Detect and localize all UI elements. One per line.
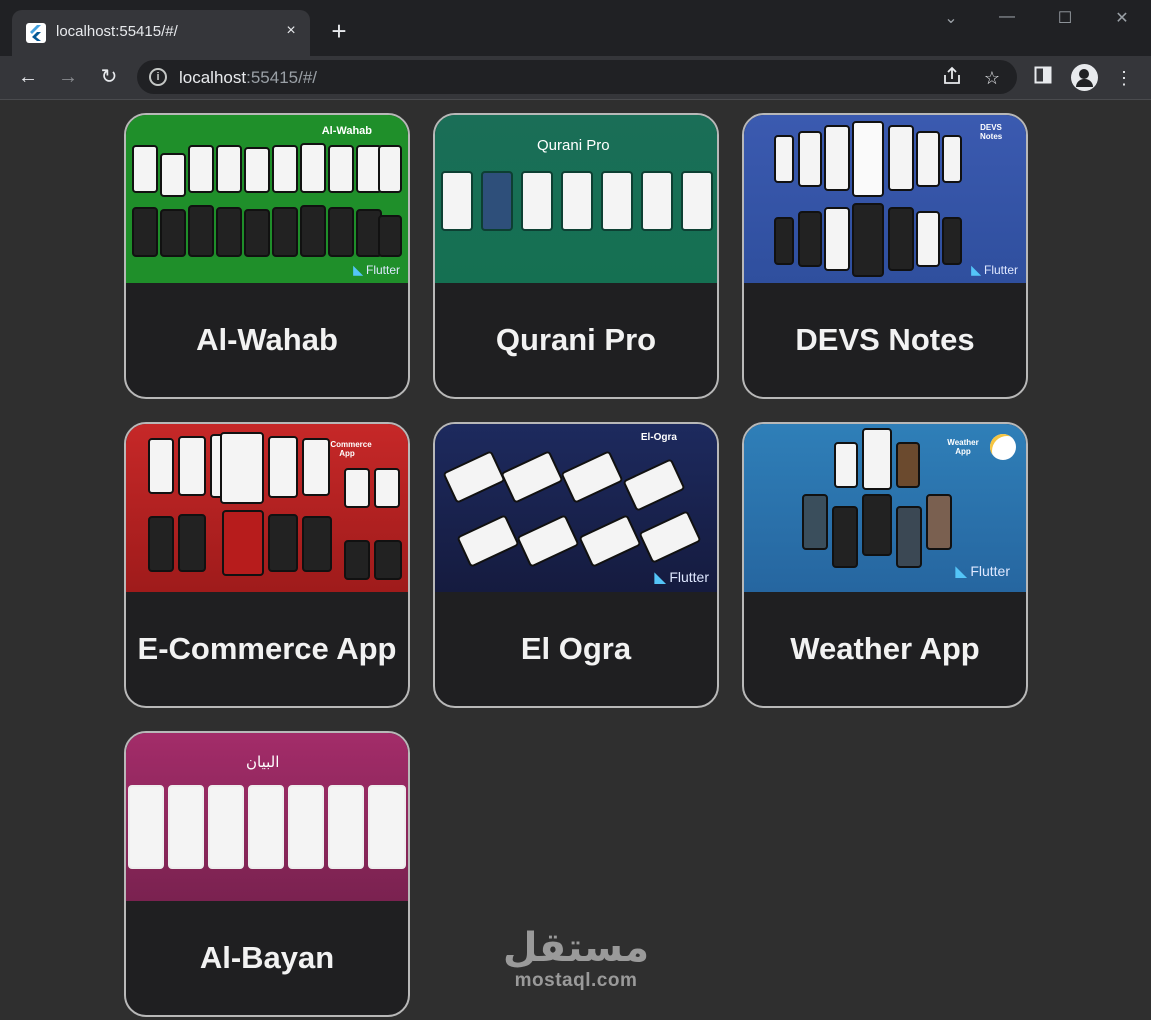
side-panel-icon[interactable] xyxy=(1029,64,1057,92)
share-icon[interactable] xyxy=(940,66,964,90)
mostaql-watermark: مستقل mostaql.com xyxy=(496,926,656,1006)
project-title: E-Commerce App xyxy=(137,631,397,666)
project-card-al-wahab[interactable]: Al-Wahab ◣ Flutter Al-Wahab xyxy=(124,113,410,399)
browser-tab[interactable]: localhost:55415/#/ × xyxy=(12,10,310,56)
project-card-qurani-pro[interactable]: Qurani Pro Qurani Pro xyxy=(433,113,719,399)
close-window-button[interactable]: ✕ xyxy=(1107,8,1137,32)
tab-search-icon[interactable]: ⌄ xyxy=(936,8,966,32)
project-title: Al-Wahab xyxy=(196,322,338,357)
watermark-arabic: مستقل xyxy=(502,925,650,971)
flutter-logo: ◣ Flutter xyxy=(353,263,400,277)
star-icon[interactable]: ☆ xyxy=(980,66,1004,90)
watermark-latin: mostaql.com xyxy=(514,970,638,991)
flutter-logo: ◣ Flutter xyxy=(654,569,709,585)
page-content: Al-Wahab ◣ Flutter Al-Wahab Qurani Pro Q… xyxy=(0,100,1151,1020)
project-image: Al-Wahab ◣ Flutter xyxy=(126,115,408,283)
project-image: El-Ogra ◣ Flutter xyxy=(435,424,717,592)
project-image: Qurani Pro xyxy=(435,115,717,283)
browser-toolbar: ← → ↻ i localhost:55415/#/ ☆ ⋮ xyxy=(0,56,1151,99)
forward-button[interactable]: → xyxy=(53,62,83,92)
project-card-devs-notes[interactable]: DEVS Notes ◣ Flutter DEVS Notes xyxy=(742,113,1028,399)
minimize-button[interactable]: — xyxy=(992,8,1022,32)
image-caption: Al-Wahab xyxy=(321,125,372,137)
maximize-button[interactable]: ☐ xyxy=(1050,8,1080,32)
project-title: Al-Bayan xyxy=(199,940,335,975)
address-bar[interactable]: i localhost:55415/#/ ☆ xyxy=(137,60,1017,94)
project-image: البيان xyxy=(126,733,408,901)
weather-cloud-icon xyxy=(990,434,1016,460)
image-caption: Weather App xyxy=(947,438,979,456)
image-caption: El-Ogra xyxy=(640,432,677,443)
tab-strip: localhost:55415/#/ × + ⌄ — ☐ ✕ xyxy=(0,0,1151,56)
flutter-logo: ◣ Flutter xyxy=(955,563,1010,579)
project-card-e-commerce-app[interactable]: E-Commerce App E-Commerce App xyxy=(124,422,410,708)
tab-close-icon[interactable]: × xyxy=(280,20,302,42)
project-image: Weather App ◣ Flutter xyxy=(744,424,1026,592)
project-title: El Ogra xyxy=(520,631,632,666)
image-caption: البيان xyxy=(246,753,280,771)
new-tab-button[interactable]: + xyxy=(326,18,352,44)
project-image: E-Commerce App xyxy=(126,424,408,592)
project-card-el-ogra[interactable]: El-Ogra ◣ Flutter El Ogra xyxy=(433,422,719,708)
url-text: localhost:55415/#/ xyxy=(179,68,318,87)
project-title: DEVS Notes xyxy=(795,322,975,357)
project-card-al-bayan[interactable]: البيان Al-Bayan xyxy=(124,731,410,1017)
flutter-favicon-icon xyxy=(26,23,46,43)
menu-icon[interactable]: ⋮ xyxy=(1110,64,1138,92)
image-caption: DEVS Notes xyxy=(980,123,1003,141)
site-info-icon[interactable]: i xyxy=(149,68,167,86)
project-image: DEVS Notes ◣ Flutter xyxy=(744,115,1026,283)
reload-button[interactable]: ↻ xyxy=(94,62,124,92)
project-title: Qurani Pro xyxy=(495,322,657,357)
project-title: Weather App xyxy=(790,631,980,666)
image-caption: Qurani Pro xyxy=(537,137,610,154)
project-card-weather-app[interactable]: Weather App ◣ Flutter Weather App xyxy=(742,422,1028,708)
back-button[interactable]: ← xyxy=(13,62,43,92)
tab-title: localhost:55415/#/ xyxy=(56,23,178,40)
flutter-logo: ◣ Flutter xyxy=(971,263,1018,277)
profile-icon[interactable] xyxy=(1071,64,1098,91)
